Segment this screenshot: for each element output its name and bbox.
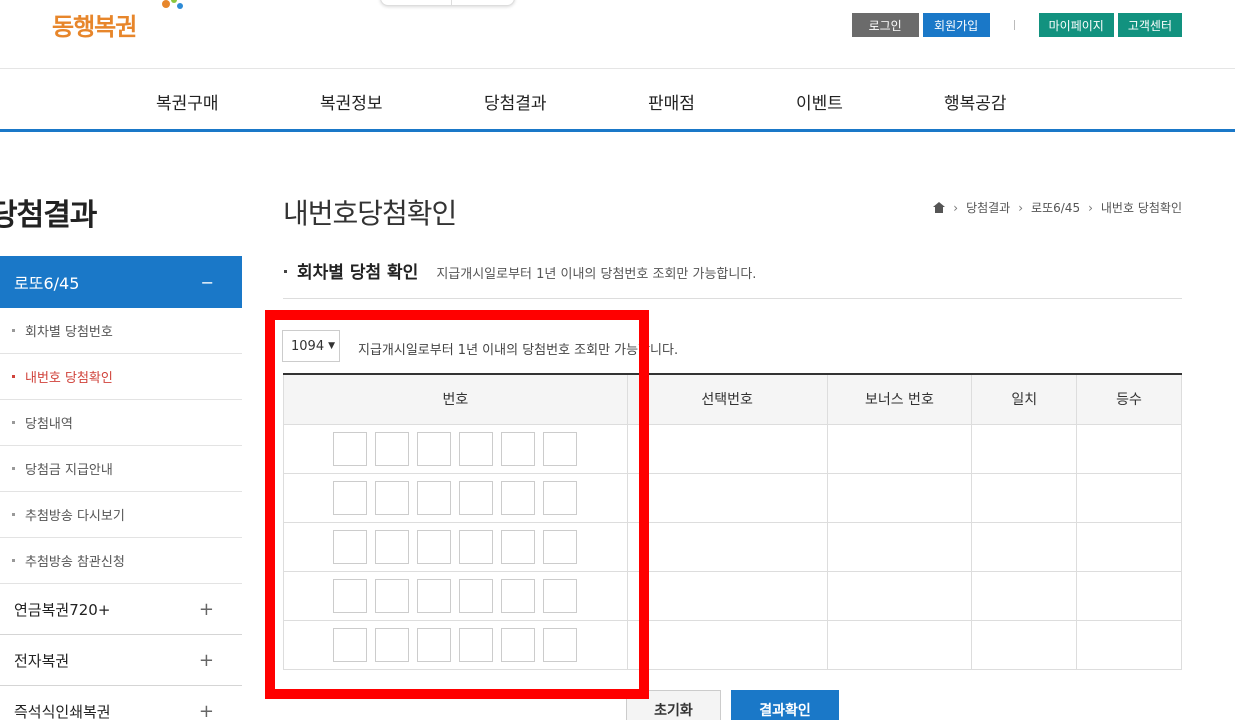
header-match: 일치	[971, 374, 1078, 425]
bullet-icon	[12, 329, 15, 332]
bonus-number-cell	[826, 423, 973, 474]
logo-text: 동행복권	[52, 12, 137, 41]
sidebar-sub-label: 당첨내역	[25, 417, 73, 432]
support-button[interactable]: 고객센터	[1117, 13, 1182, 37]
bullet-icon	[12, 513, 15, 516]
bullet-icon	[12, 375, 15, 378]
match-cell	[971, 521, 1078, 572]
confirm-button[interactable]: 결과확인	[731, 690, 839, 720]
rank-cell	[1076, 619, 1182, 670]
login-button[interactable]: 로그인	[851, 13, 919, 37]
sidebar: 로또6/45 − 회차별 당첨번호 내번호 당첨확인 당첨내역 당첨금 지급안내…	[0, 256, 242, 720]
sidebar-item-lotto645[interactable]: 로또6/45 −	[0, 256, 242, 308]
gnb-item-buy[interactable]: 복권구매	[156, 89, 219, 114]
breadcrumb: › 당첨결과 › 로또6/45 › 내번호 당첨확인	[933, 199, 1182, 216]
join-button[interactable]: 회원가입	[922, 13, 990, 37]
logo[interactable]: 동행복권	[52, 0, 183, 48]
sidebar-sub-broadcast-visit[interactable]: 추첨방송 참관신청	[0, 538, 242, 584]
sidebar-sub-label: 당첨금 지급안내	[25, 463, 113, 478]
mypage-button[interactable]: 마이페이지	[1038, 13, 1114, 37]
chevron-right-icon: ›	[953, 200, 959, 215]
sidebar-item-e-lottery[interactable]: 전자복권 +	[0, 635, 242, 686]
sidebar-sub-label: 추첨방송 참관신청	[25, 555, 125, 570]
selected-numbers-cell	[626, 570, 828, 621]
rank-cell	[1076, 472, 1182, 523]
bullet-icon	[284, 270, 287, 273]
match-cell	[971, 472, 1078, 523]
header-selected-numbers: 선택번호	[626, 374, 828, 425]
match-cell	[971, 570, 1078, 621]
minus-icon[interactable]: −	[201, 273, 214, 292]
home-icon[interactable]	[933, 202, 946, 213]
header-bonus-number: 보너스 번호	[826, 374, 973, 425]
sidebar-sub-win-history[interactable]: 당첨내역	[0, 400, 242, 446]
selected-numbers-cell	[626, 521, 828, 572]
gnb-item-info[interactable]: 복권정보	[320, 89, 383, 114]
lnb-title: 당첨결과	[0, 198, 97, 233]
match-cell	[971, 619, 1078, 670]
sidebar-item-instant-print[interactable]: 즉석식인쇄복권 +	[0, 686, 242, 720]
selected-numbers-cell	[626, 619, 828, 670]
sidebar-sub-label: 추첨방송 다시보기	[25, 509, 125, 524]
search-box[interactable]	[380, 0, 515, 6]
sidebar-item-pension720[interactable]: 연금복권720+ +	[0, 584, 242, 635]
sidebar-item-label: 즉석식인쇄복권	[14, 702, 111, 720]
chevron-right-icon: ›	[1018, 200, 1024, 215]
plus-icon[interactable]: +	[199, 650, 214, 671]
sidebar-sub-broadcast-replay[interactable]: 추첨방송 다시보기	[0, 492, 242, 538]
sidebar-item-label: 연금복권720+	[14, 600, 111, 619]
bullet-icon	[12, 467, 15, 470]
sidebar-sub-round-numbers[interactable]: 회차별 당첨번호	[0, 308, 242, 354]
rank-cell	[1076, 521, 1182, 572]
section-header: 회차별 당첨 확인 지급개시일로부터 1년 이내의 당첨번호 조회만 가능합니다…	[283, 258, 1182, 299]
gnb-item-results[interactable]: 당첨결과	[484, 89, 547, 114]
gnb-item-events[interactable]: 이벤트	[796, 89, 843, 114]
rank-cell	[1076, 423, 1182, 474]
gnb-item-happiness[interactable]: 행복공감	[944, 89, 1007, 114]
header-rank: 등수	[1076, 374, 1182, 425]
chevron-right-icon: ›	[1088, 200, 1093, 215]
sidebar-sub-label: 내번호 당첨확인	[25, 371, 113, 386]
sidebar-sub-payout-guide[interactable]: 당첨금 지급안내	[0, 446, 242, 492]
section-description: 지급개시일로부터 1년 이내의 당첨번호 조회만 가능합니다.	[436, 267, 757, 282]
breadcrumb-item[interactable]: 내번호 당첨확인	[1101, 199, 1182, 216]
page-title: 내번호당첨확인	[283, 197, 457, 230]
plus-icon[interactable]: +	[199, 701, 214, 720]
bonus-number-cell	[826, 472, 973, 523]
selected-numbers-cell	[626, 423, 828, 474]
gnb-item-stores[interactable]: 판매점	[648, 89, 695, 114]
breadcrumb-item[interactable]: 로또6/45	[1031, 199, 1080, 216]
rank-cell	[1076, 570, 1182, 621]
divider	[1013, 20, 1015, 30]
sidebar-item-label: 로또6/45	[14, 274, 80, 293]
bullet-icon	[12, 559, 15, 562]
bonus-number-cell	[826, 570, 973, 621]
sidebar-sub-label: 회차별 당첨번호	[25, 325, 113, 340]
action-buttons: 초기화 결과확인	[626, 690, 839, 720]
highlight-box	[265, 310, 649, 699]
match-cell	[971, 423, 1078, 474]
top-utility-menu: 로그인 회원가입 마이페이지 고객센터	[851, 13, 1182, 37]
sidebar-item-label: 전자복권	[14, 651, 70, 670]
bonus-number-cell	[826, 619, 973, 670]
bonus-number-cell	[826, 521, 973, 572]
selected-numbers-cell	[626, 472, 828, 523]
bullet-icon	[12, 421, 15, 424]
sidebar-sub-my-number-check[interactable]: 내번호 당첨확인	[0, 354, 242, 400]
logo-mark-icon	[162, 0, 183, 9]
breadcrumb-item[interactable]: 당첨결과	[966, 199, 1010, 216]
global-nav: 복권구매 복권정보 당첨결과 판매점 이벤트 행복공감	[0, 68, 1235, 132]
section-title: 회차별 당첨 확인	[297, 263, 419, 283]
plus-icon[interactable]: +	[199, 599, 214, 620]
